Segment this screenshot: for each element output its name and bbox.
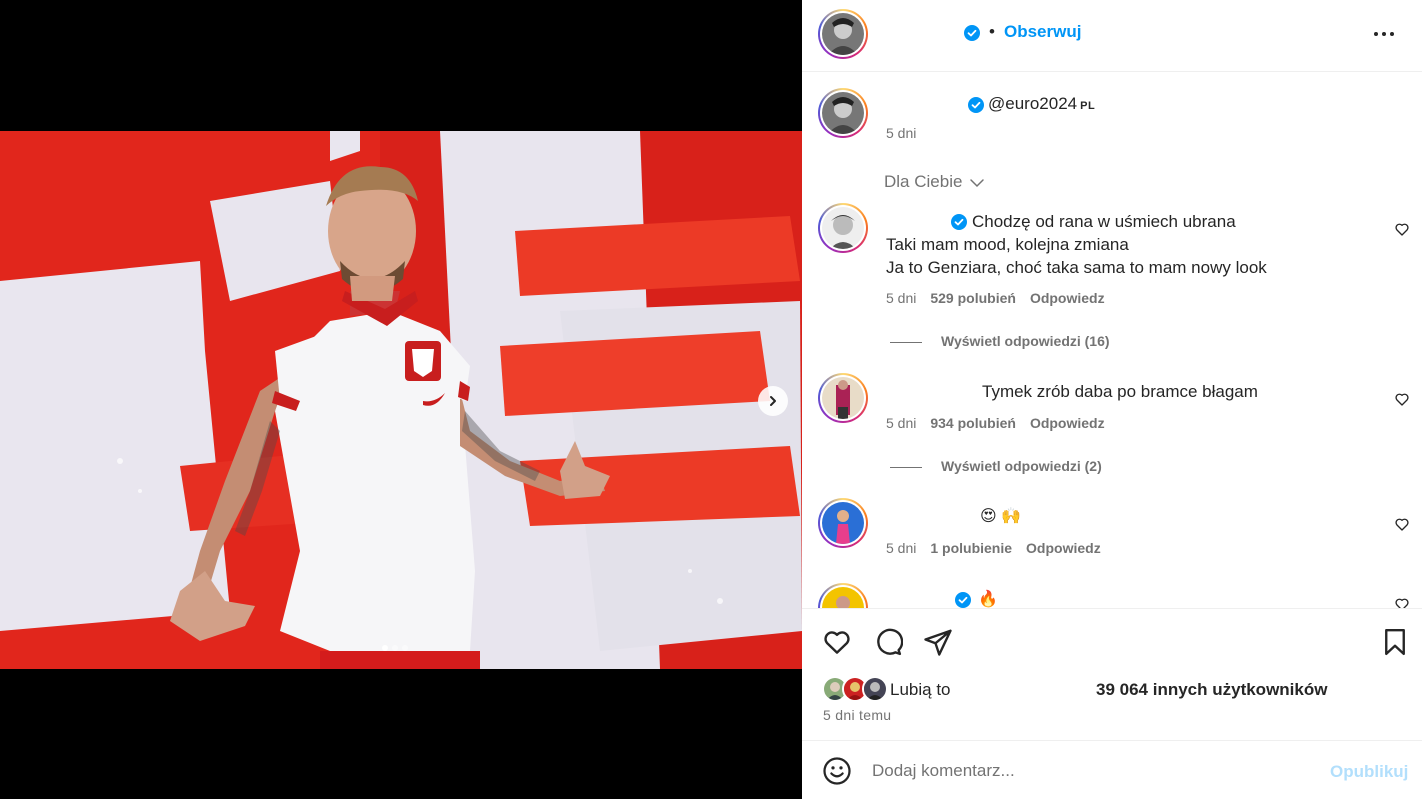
comment-input[interactable] [872, 759, 1312, 783]
verified-icon [964, 24, 980, 42]
comment-time: 5 dni [886, 540, 917, 556]
commenter-avatar[interactable] [818, 373, 868, 423]
comment-text: Chodzę od rana w uśmiech ubrana Taki mam… [886, 210, 1267, 279]
more-icon [1374, 32, 1394, 36]
carousel-indicator [382, 645, 408, 651]
view-replies-label: Wyświetl odpowiedzi (16) [941, 333, 1110, 349]
comment-line: 🔥 [978, 591, 998, 608]
heart-icon [1395, 223, 1409, 236]
carousel-dot [392, 645, 398, 651]
like-comment-button[interactable] [1394, 221, 1410, 237]
comments-filter-label: Dla Ciebie [884, 172, 963, 191]
reply-button[interactable]: Odpowiedz [1026, 540, 1101, 556]
emoji-icon [823, 757, 851, 785]
commenter-avatar[interactable] [818, 583, 868, 608]
view-replies-label: Wyświetl odpowiedzi (2) [941, 458, 1102, 474]
comment-time: 5 dni [886, 290, 917, 306]
share-icon [924, 629, 952, 656]
comment-likes[interactable]: 1 polubienie [930, 540, 1012, 556]
instagram-post-modal: • Obserwuj @euro2024 PL 5 dni Dla Ciebie… [0, 0, 1422, 799]
post-photo[interactable] [0, 131, 802, 669]
like-comment-button[interactable] [1394, 596, 1410, 608]
heart-icon [1395, 393, 1409, 406]
post-side-panel: • Obserwuj @euro2024 PL 5 dni Dla Ciebie… [802, 0, 1422, 799]
heart-icon [1395, 518, 1409, 531]
emoji-button[interactable] [822, 756, 852, 786]
comment-likes[interactable]: 529 polubień [930, 290, 1016, 306]
carousel-dot-active [382, 645, 388, 651]
comment-line: Taki mam mood, kolejna zmiana [886, 235, 1129, 254]
commenter-avatar[interactable] [818, 203, 868, 253]
follow-button[interactable]: Obserwuj [1004, 22, 1081, 42]
comment-line: Tymek zrób daba po bramce błagam [982, 382, 1258, 401]
post-date: 5 dni temu [823, 707, 892, 723]
comment-icon [877, 628, 904, 656]
header-separator: • [989, 22, 995, 41]
likes-count-link[interactable]: 39 064 innych użytkowników [1096, 680, 1327, 700]
comment-meta: 5 dni 529 polubień Odpowiedz [886, 290, 1105, 306]
comment-time: 5 dni [886, 415, 917, 431]
comment-button[interactable] [873, 627, 904, 657]
divider [890, 341, 922, 343]
more-options-button[interactable] [1370, 22, 1398, 46]
publish-button[interactable]: Opublikuj [1330, 762, 1408, 782]
next-photo-button[interactable] [758, 386, 788, 416]
reply-button[interactable]: Odpowiedz [1030, 290, 1105, 306]
heart-icon [824, 631, 850, 654]
caption-time: 5 dni [886, 125, 917, 141]
media-pane [0, 0, 802, 799]
comment-text: Tymek zrób daba po bramce błagam [886, 380, 1258, 403]
language-tag: PL [1080, 100, 1096, 112]
reply-button[interactable]: Odpowiedz [1030, 415, 1105, 431]
comment-likes[interactable]: 934 polubień [930, 415, 1016, 431]
commenter-avatar[interactable] [818, 498, 868, 548]
comment-text: 😍 🙌 [886, 505, 1021, 528]
bookmark-icon [1385, 628, 1405, 656]
post-header: • Obserwuj [802, 0, 1422, 72]
share-button[interactable] [923, 627, 953, 657]
comment-meta: 5 dni 934 polubień Odpowiedz [886, 415, 1105, 431]
add-comment-bar: Opublikuj [802, 740, 1422, 799]
comment-line: Chodzę od rana w uśmiech ubrana [972, 212, 1236, 231]
likes-prefix: Lubią to [890, 680, 951, 699]
chevron-down-icon [970, 178, 984, 187]
comment-line: 😍 🙌 [980, 508, 1022, 525]
mention-link[interactable]: @euro2024 [988, 94, 1077, 113]
verified-icon [968, 96, 984, 114]
carousel-dot [402, 645, 408, 651]
like-button[interactable] [822, 627, 852, 657]
liker-avatar [862, 676, 888, 702]
likes-summary: Lubią to 39 064 innych użytkowników [822, 676, 1382, 702]
caption-text: @euro2024 PL [988, 94, 1095, 114]
save-button[interactable] [1380, 627, 1410, 657]
view-replies-button[interactable]: Wyświetl odpowiedzi (2) [890, 458, 1102, 474]
comments-section: @euro2024PL 5 dni Dla Ciebie Chodzę od [802, 72, 1422, 608]
like-comment-button[interactable] [1394, 391, 1410, 407]
comment-line: Ja to Genziara, choć taka sama to mam no… [886, 258, 1267, 277]
author-avatar[interactable] [818, 9, 868, 59]
view-replies-button[interactable]: Wyświetl odpowiedzi (16) [890, 333, 1110, 349]
like-comment-button[interactable] [1394, 516, 1410, 532]
comments-filter-dropdown[interactable]: Dla Ciebie [884, 172, 985, 192]
heart-icon [1395, 598, 1409, 608]
post-actions: Lubią to 39 064 innych użytkowników 5 dn… [802, 608, 1422, 740]
comment-meta: 5 dni 1 polubienie Odpowiedz [886, 540, 1101, 556]
comment-text: 🔥 [886, 588, 998, 608]
caption-author-avatar[interactable] [818, 88, 868, 138]
divider [890, 466, 922, 468]
chevron-right-icon [770, 396, 776, 406]
